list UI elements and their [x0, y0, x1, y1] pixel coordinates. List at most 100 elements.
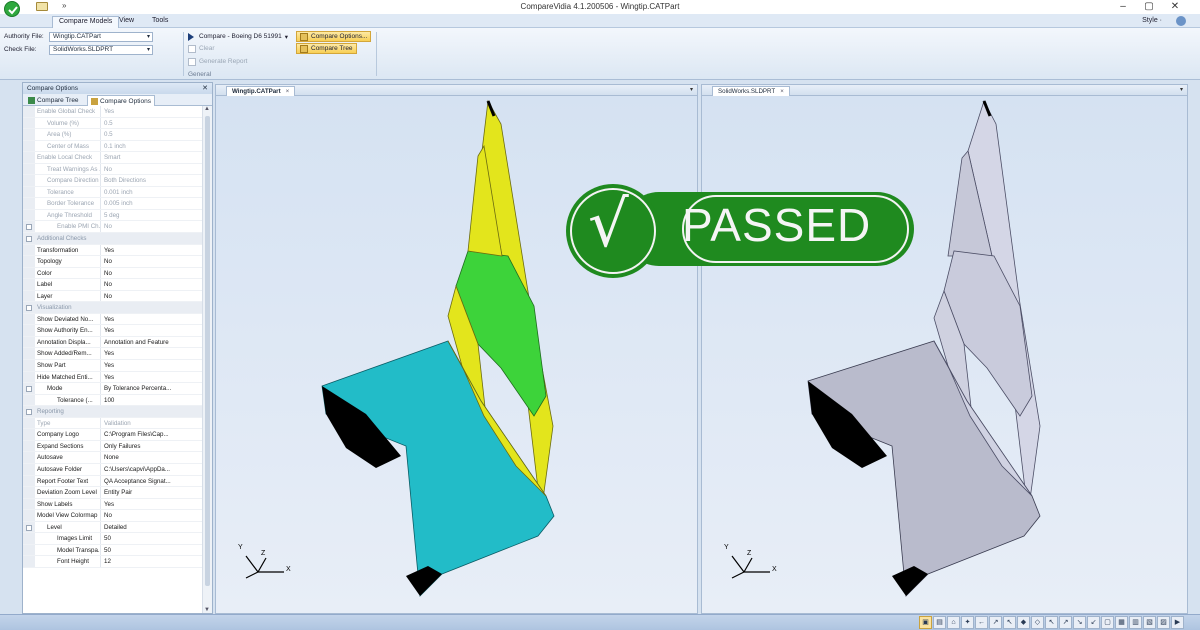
viewport-dropdown-icon[interactable]: ▾ — [690, 86, 693, 93]
view-tool-icon[interactable]: ▥ — [1129, 616, 1142, 629]
view-tool-icon[interactable]: ↗ — [989, 616, 1002, 629]
minimize-button[interactable]: – — [1116, 1, 1130, 12]
view-tool-icon[interactable]: ↖ — [1003, 616, 1016, 629]
view-tool-icon[interactable]: ▢ — [1101, 616, 1114, 629]
view-tool-icon[interactable]: ↘ — [1073, 616, 1086, 629]
property-value[interactable]: Yes — [101, 499, 203, 510]
property-row[interactable]: Show Added/Rem... Yes — [23, 348, 203, 361]
property-row[interactable]: Mode By Tolerance Percenta... — [23, 383, 203, 395]
property-value[interactable]: 12 — [101, 556, 203, 567]
property-value[interactable]: Yes — [101, 245, 203, 256]
tab-tools[interactable]: Tools — [146, 16, 174, 28]
maximize-button[interactable]: ▢ — [1142, 1, 1156, 12]
compare-tree-button[interactable]: Compare Tree — [296, 43, 357, 54]
expand-icon[interactable] — [26, 386, 32, 393]
property-row[interactable]: Treat Warnings As ... No — [23, 163, 203, 176]
style-menu[interactable]: Style · — [1142, 17, 1162, 24]
tab-compare-models[interactable]: Compare Models — [52, 16, 120, 28]
view-tool-icon[interactable]: ◇ — [1031, 616, 1044, 629]
check-model-canvas[interactable]: Y Z X — [702, 96, 1187, 613]
property-row[interactable]: Enable PMI Ch... No — [23, 221, 203, 234]
generate-report-button[interactable]: Generate Report — [188, 56, 247, 67]
property-row[interactable]: Enable Local Check Smart — [23, 152, 203, 164]
tab-compare-options[interactable]: Compare Options — [87, 95, 155, 106]
property-value[interactable]: Smart — [101, 152, 203, 163]
help-icon[interactable] — [1176, 16, 1186, 26]
property-row[interactable]: Show Authority En... Yes — [23, 325, 203, 337]
property-value[interactable]: Validation — [101, 418, 203, 429]
property-row[interactable]: Show Labels Yes — [23, 498, 203, 511]
property-value[interactable]: 50 — [101, 533, 203, 544]
property-row[interactable]: Border Tolerance 0.005 inch — [23, 198, 203, 210]
scroll-down-icon[interactable]: ▼ — [204, 607, 210, 613]
property-value[interactable]: 5 deg — [101, 210, 203, 221]
expand-icon[interactable] — [26, 409, 32, 416]
property-category[interactable]: Visualization — [23, 302, 203, 314]
authority-file-select[interactable]: Wingtip.CATPart ▾ — [49, 31, 153, 42]
expand-icon[interactable] — [26, 524, 32, 531]
view-tool-icon[interactable]: ◆ — [1017, 616, 1030, 629]
property-value[interactable]: No — [101, 164, 203, 175]
property-row[interactable]: Tolerance 0.001 inch — [23, 186, 203, 199]
property-value[interactable]: Only Failures — [101, 441, 203, 452]
property-row[interactable]: Autosave Folder C:\Users\capvi\AppDa... — [23, 463, 203, 476]
view-tool-icon[interactable]: ↗ — [1059, 616, 1072, 629]
property-value[interactable]: No — [101, 291, 203, 302]
property-value[interactable]: No — [101, 510, 203, 521]
property-row[interactable]: Label No — [23, 279, 203, 291]
property-value[interactable]: Yes — [101, 372, 203, 383]
property-value[interactable]: Yes — [101, 314, 203, 325]
tab-wingtip-catpart[interactable]: Wingtip.CATPart × — [226, 86, 296, 96]
view-tool-icon[interactable]: ✦ — [961, 616, 974, 629]
property-row[interactable]: Images Limit 50 — [23, 533, 203, 545]
view-tool-icon[interactable]: ⌂ — [947, 616, 960, 629]
authority-viewport[interactable]: Wingtip.CATPart × ▾ Y Z X — [215, 84, 698, 614]
viewport-dropdown-icon[interactable]: ▾ — [1180, 86, 1183, 93]
property-value[interactable]: 0.5 — [101, 118, 203, 129]
tab-solidworks-sldprt[interactable]: SolidWorks.SLDPRT × — [712, 86, 790, 96]
property-value[interactable]: Entity Pair — [101, 487, 203, 498]
view-tool-icon[interactable]: ▧ — [1143, 616, 1156, 629]
view-tool-icon[interactable]: ▨ — [1157, 616, 1170, 629]
property-row[interactable]: Expand Sections Only Failures — [23, 440, 203, 453]
property-row[interactable]: Angle Threshold 5 deg — [23, 209, 203, 222]
property-value[interactable]: No — [101, 256, 203, 267]
property-value[interactable]: Yes — [101, 106, 203, 117]
property-row[interactable]: Type Validation — [23, 417, 203, 430]
property-row[interactable]: Color No — [23, 267, 203, 280]
check-viewport[interactable]: SolidWorks.SLDPRT × ▾ Y Z X — [701, 84, 1188, 614]
view-tool-icon[interactable]: ← — [975, 616, 988, 629]
property-row[interactable]: Enable Global Check Yes — [23, 106, 203, 118]
property-row[interactable]: Show Part Yes — [23, 360, 203, 372]
property-value[interactable]: No — [101, 268, 203, 279]
property-value[interactable]: No — [101, 279, 203, 290]
property-row[interactable]: Deviation Zoom Level Entity Pair — [23, 487, 203, 499]
property-row[interactable]: Annotation Displa... Annotation and Featu… — [23, 336, 203, 349]
property-row[interactable]: Font Height 12 — [23, 556, 203, 568]
property-value[interactable]: C:\Users\capvi\AppDa... — [101, 464, 203, 475]
authority-model-canvas[interactable]: Y Z X — [216, 96, 697, 613]
property-row[interactable]: Autosave None — [23, 452, 203, 464]
expand-icon[interactable] — [26, 236, 32, 243]
property-value[interactable]: 50 — [101, 545, 203, 556]
property-value[interactable]: By Tolerance Percenta... — [101, 383, 203, 394]
property-value[interactable]: 0.001 inch — [101, 187, 203, 198]
view-tool-icon[interactable]: ↙ — [1087, 616, 1100, 629]
property-value[interactable]: Yes — [101, 348, 203, 359]
property-row[interactable]: Area (%) 0.5 — [23, 129, 203, 141]
property-value[interactable]: Yes — [101, 360, 203, 371]
view-tool-icon[interactable]: ▣ — [919, 616, 932, 629]
property-row[interactable]: Transformation Yes — [23, 244, 203, 257]
property-category[interactable]: Additional Checks — [23, 233, 203, 245]
property-row[interactable]: Model Transpa... 50 — [23, 544, 203, 557]
property-value[interactable]: 0.5 — [101, 129, 203, 140]
property-row[interactable]: Model View Colormap No — [23, 510, 203, 522]
clear-button[interactable]: Clear — [188, 43, 215, 54]
compare-options-button[interactable]: Compare Options... — [296, 31, 372, 42]
app-logo-icon[interactable] — [4, 1, 20, 17]
property-value[interactable]: C:\Program Files\Cap... — [101, 429, 203, 440]
property-row[interactable]: Topology No — [23, 256, 203, 268]
expand-icon[interactable] — [26, 305, 32, 312]
property-value[interactable]: No — [101, 221, 203, 232]
property-row[interactable]: Hide Matched Enti... Yes — [23, 371, 203, 384]
